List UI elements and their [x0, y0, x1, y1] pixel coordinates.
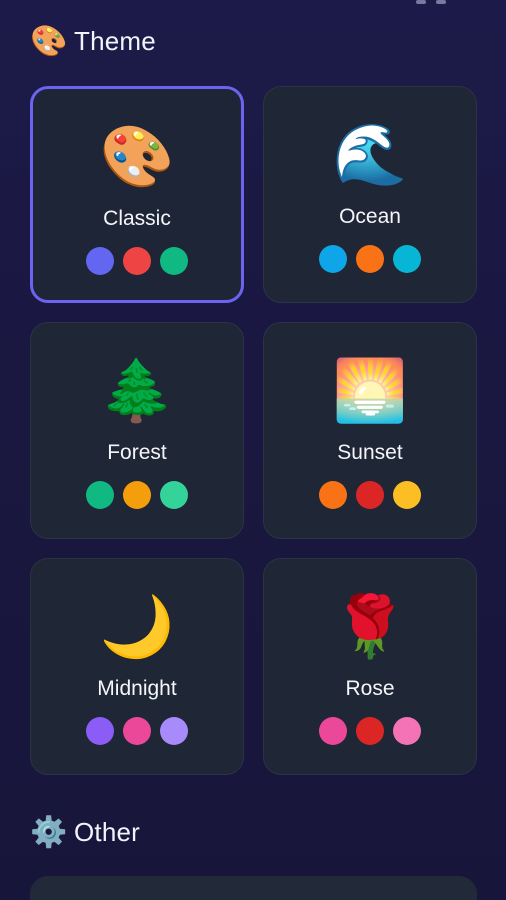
wave-icon: 🌊: [332, 121, 408, 188]
other-section-header: ⚙️ Other: [30, 817, 140, 848]
color-swatch: [356, 481, 384, 509]
color-swatches: [319, 717, 421, 745]
tree-icon: 🌲: [99, 357, 175, 424]
color-swatch: [356, 717, 384, 745]
theme-section-title: Theme: [74, 26, 156, 56]
color-swatch: [160, 481, 188, 509]
theme-name: Rose: [345, 677, 395, 700]
status-battery-icon: [436, 0, 446, 4]
status-signal-icon: [416, 0, 426, 4]
color-swatches: [86, 247, 188, 275]
other-settings-card[interactable]: [30, 876, 477, 900]
color-swatch: [123, 247, 151, 275]
theme-card-classic[interactable]: 🎨 Classic: [30, 86, 244, 303]
color-swatch: [319, 481, 347, 509]
color-swatch: [123, 717, 151, 745]
status-bar: [326, 0, 446, 6]
palette-icon: 🎨: [99, 123, 175, 190]
theme-card-rose[interactable]: 🌹 Rose: [263, 558, 477, 775]
color-swatch: [393, 481, 421, 509]
theme-name: Midnight: [97, 677, 177, 700]
color-swatch: [319, 717, 347, 745]
rose-icon: 🌹: [332, 593, 408, 660]
color-swatches: [86, 481, 188, 509]
color-swatch: [393, 245, 421, 273]
color-swatch: [86, 247, 114, 275]
color-swatch: [160, 247, 188, 275]
theme-card-sunset[interactable]: 🌅 Sunset: [263, 322, 477, 539]
color-swatch: [356, 245, 384, 273]
color-swatch: [86, 481, 114, 509]
theme-name: Classic: [103, 207, 171, 230]
theme-grid: 🎨 Classic 🌊 Ocean 🌲 Forest 🌅 Sunset 🌙 Mi…: [30, 86, 477, 775]
color-swatches: [319, 481, 421, 509]
theme-card-ocean[interactable]: 🌊 Ocean: [263, 86, 477, 303]
theme-card-midnight[interactable]: 🌙 Midnight: [30, 558, 244, 775]
color-swatch: [319, 245, 347, 273]
color-swatch: [123, 481, 151, 509]
color-swatch: [393, 717, 421, 745]
color-swatch: [160, 717, 188, 745]
color-swatch: [86, 717, 114, 745]
theme-card-forest[interactable]: 🌲 Forest: [30, 322, 244, 539]
theme-section-header: 🎨 Theme: [30, 26, 156, 57]
theme-name: Ocean: [339, 205, 401, 228]
moon-icon: 🌙: [99, 593, 175, 660]
other-section-title: Other: [74, 817, 141, 847]
palette-icon: 🎨: [30, 24, 68, 58]
color-swatches: [86, 717, 188, 745]
theme-name: Forest: [107, 441, 167, 464]
theme-name: Sunset: [337, 441, 403, 464]
sunrise-icon: 🌅: [332, 357, 408, 424]
gear-icon: ⚙️: [30, 815, 68, 849]
color-swatches: [319, 245, 421, 273]
